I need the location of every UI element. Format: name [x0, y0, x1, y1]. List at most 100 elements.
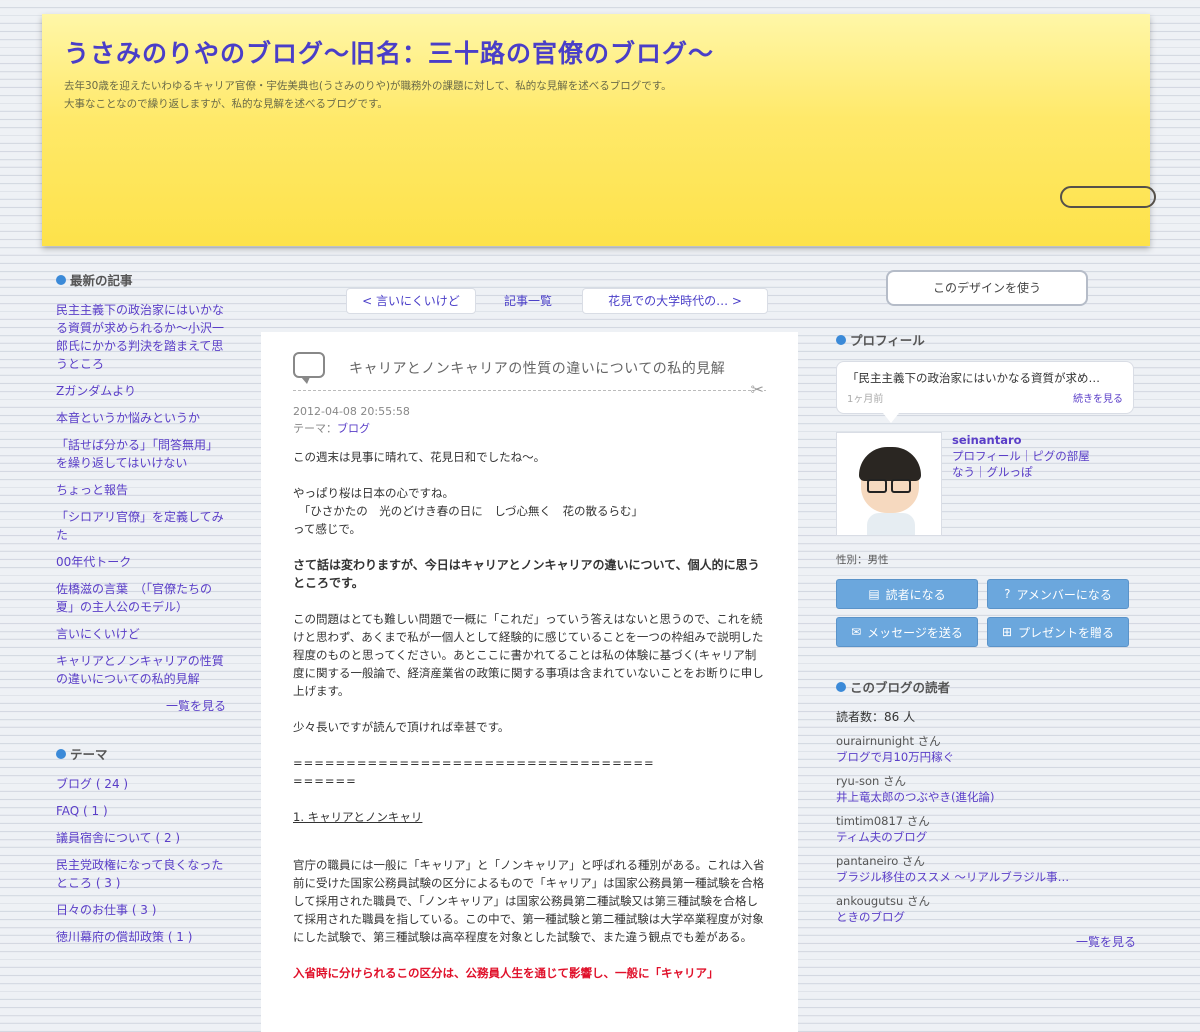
avatar-hair — [859, 447, 921, 481]
latest-article-link[interactable]: 民主主義下の政治家にはいかなる資質が求められるか～小沢一郎氏にかかる判決を踏まえ… — [56, 301, 226, 373]
latest-post-bubble[interactable]: 「民主主義下の政治家にはいかなる資質が求め… 1ヶ月前 続きを見る — [836, 361, 1134, 423]
header-toggle[interactable] — [1060, 186, 1156, 208]
article-lead: さて話は変わりますが、今日はキャリアとノンキャリアの違いについて、個人的に思うと… — [293, 558, 760, 590]
latest-article-link[interactable]: 言いにくいけど — [56, 625, 226, 643]
theme-link[interactable]: 徳川幕府の償却政策 ( 1 ) — [56, 928, 226, 946]
article-header: キャリアとノンキャリアの性質の違いについての私的見解 ✂ — [293, 352, 766, 399]
reader-name: ankougutsu さん — [836, 894, 930, 908]
latest-article-link[interactable]: 「話せば分かる」「問答無用」を繰り返してはいけない — [56, 436, 226, 472]
blog-description-line-1: 去年30歳を迎えたいわゆるキャリア官僚・宇佐美典也(うさみのりや)が職務外の課題… — [64, 80, 672, 92]
button-label: 読者になる — [885, 587, 946, 602]
article-paragraph: やっぱり桜は日本の心ですね。 「ひさかたの 光のどけき春の日に しづ心無く 花の… — [293, 484, 766, 538]
mail-icon: ✉ — [851, 625, 862, 639]
article-paragraph: この問題はとても難しい問題で一概に「これだ」っていう答えはないと思うので、これを… — [293, 612, 764, 698]
article-line: って感じで。 — [293, 522, 361, 536]
reader-blog-link[interactable]: ブログで月10万円稼ぐ — [836, 749, 1136, 765]
article-theme: テーマ：ブログ — [293, 420, 766, 436]
profile-links[interactable]: プロフィール｜ピグの部屋 — [952, 448, 1090, 464]
article-paragraph: この週末は見事に晴れて、花見日和でしたね～。 — [293, 450, 546, 464]
reader-blog-link[interactable]: ティム夫のブログ — [836, 829, 1136, 845]
theme-title: テーマ — [70, 747, 108, 762]
reader-name: ourairnunight さん — [836, 734, 941, 748]
become-reader-button[interactable]: ▤ 読者になる — [836, 579, 978, 609]
profile-heading: プロフィール — [836, 330, 1136, 349]
profile-links[interactable]: なう｜グルっぽ — [952, 464, 1090, 480]
profile-gender: 性別：男性 — [836, 554, 889, 566]
bullet-dot-icon — [836, 681, 846, 692]
reader-item: timtim0817 さん ティム夫のブログ — [836, 813, 1136, 845]
scissors-icon: ✂ — [750, 380, 764, 399]
theme-heading: テーマ — [56, 744, 226, 763]
article-paragraph: 少々長いですが読んで頂ければ幸甚です。 — [293, 720, 510, 734]
article-list-link[interactable]: 記事一覧 — [480, 288, 576, 314]
prev-article-link[interactable]: < 言いにくいけど — [346, 288, 476, 314]
article-line: やっぱり桜は日本の心ですね。 — [293, 486, 454, 500]
article-date: 2012-04-08 20:55:58 — [293, 405, 410, 418]
reader-count: 読者数：86 人 — [836, 710, 916, 724]
article-body: この週末は見事に晴れて、花見日和でしたね～。 やっぱり桜は日本の心ですね。 「ひ… — [293, 448, 766, 982]
profile-info: seinantaro プロフィール｜ピグの部屋 なう｜グルっぽ — [952, 432, 1090, 536]
next-article-link[interactable]: 花見での大学時代の… > — [582, 288, 768, 314]
theme-link[interactable]: ブログ ( 24 ) — [56, 775, 226, 793]
use-design-button[interactable]: このデザインを使う — [886, 270, 1088, 306]
article-theme-link[interactable]: ブログ — [337, 422, 370, 435]
profile-name[interactable]: seinantaro — [952, 432, 1090, 448]
latest-article-link[interactable]: ちょっと報告 — [56, 481, 226, 499]
separator-line: ====== — [293, 774, 357, 788]
right-sidebar: プロフィール 「民主主義下の政治家にはいかなる資質が求め… 1ヶ月前 続きを見る… — [836, 330, 1136, 950]
latest-articles-more-link[interactable]: 一覧を見る — [56, 697, 226, 714]
bubble-text: 「民主主義下の政治家にはいかなる資質が求め… — [847, 371, 1100, 385]
reader-blog-link[interactable]: 井上竜太郎のつぶやき(進化論) — [836, 789, 1136, 805]
reader-name: pantaneiro さん — [836, 854, 925, 868]
latest-article-link[interactable]: 00年代トーク — [56, 553, 226, 571]
latest-article-link[interactable]: 「シロアリ官僚」を定義してみた — [56, 508, 226, 544]
avatar[interactable] — [836, 432, 942, 536]
reader-item: ryu-son さん 井上竜太郎のつぶやき(進化論) — [836, 773, 1136, 805]
reader-item: ourairnunight さん ブログで月10万円稼ぐ — [836, 733, 1136, 765]
become-member-button[interactable]: ? アメンバーになる — [987, 579, 1129, 609]
profile-buttons: ▤ 読者になる ? アメンバーになる ✉ メッセージを送る ⊞ プレゼントを贈る — [836, 579, 1136, 647]
readers-more-link[interactable]: 一覧を見る — [836, 933, 1136, 950]
reader-item: ankougutsu さん ときのブログ — [836, 893, 1136, 925]
reader-blog-link[interactable]: ときのブログ — [836, 909, 1136, 925]
bullet-dot-icon — [836, 334, 846, 345]
profile-title: プロフィール — [850, 333, 925, 348]
theme-link[interactable]: 民主党政権になって良くなったところ ( 3 ) — [56, 856, 226, 892]
article-title[interactable]: キャリアとノンキャリアの性質の違いについての私的見解 — [349, 358, 725, 378]
latest-article-link[interactable]: キャリアとノンキャリアの性質の違いについての私的見解 — [56, 652, 226, 688]
article-card: キャリアとノンキャリアの性質の違いについての私的見解 ✂ 2012-04-08 … — [261, 332, 798, 1032]
reader-name: ryu-son さん — [836, 774, 906, 788]
article-section-heading: 1. キャリアとノンキャリ — [293, 810, 423, 824]
article-separator: ================================== =====… — [293, 754, 766, 790]
send-message-button[interactable]: ✉ メッセージを送る — [836, 617, 978, 647]
theme-link[interactable]: 日々のお仕事 ( 3 ) — [56, 901, 226, 919]
reader-name: timtim0817 さん — [836, 814, 930, 828]
article-paragraph: 官庁の職員には一般に「キャリア」と「ノンキャリア」と呼ばれる種別がある。これは入… — [293, 858, 765, 944]
blog-header: うさみのりやのブログ～旧名：三十路の官僚のブログ～ 去年30歳を迎えたいわゆるキ… — [42, 14, 1156, 246]
profile-row: seinantaro プロフィール｜ピグの部屋 なう｜グルっぽ — [836, 432, 1136, 536]
readers-title: このブログの読者 — [850, 680, 951, 695]
question-icon: ? — [1004, 587, 1011, 601]
latest-article-link[interactable]: 本音というか悩みというか — [56, 409, 226, 427]
blog-title[interactable]: うさみのりやのブログ～旧名：三十路の官僚のブログ～ — [64, 34, 714, 70]
theme-list: ブログ ( 24 ) FAQ ( 1 ) 議員宿舎について ( 2 ) 民主党政… — [56, 775, 226, 946]
bubble-more-link[interactable]: 続きを見る — [1073, 390, 1123, 405]
latest-articles-heading: 最新の記事 — [56, 270, 226, 289]
reader-blog-link[interactable]: ブラジル移住のススメ ～リアルブラジル事… — [836, 869, 1136, 885]
avatar-glasses-right — [891, 479, 911, 493]
reader-item: pantaneiro さん ブラジル移住のススメ ～リアルブラジル事… — [836, 853, 1136, 885]
article-highlight: 入省時に分けられるこの区分は、公務員人生を通じて影響し、一般に「キャリア」 — [293, 966, 719, 980]
avatar-glasses-left — [867, 479, 887, 493]
left-sidebar: 最新の記事 民主主義下の政治家にはいかなる資質が求められるか～小沢一郎氏にかかる… — [56, 270, 226, 955]
send-present-button[interactable]: ⊞ プレゼントを贈る — [987, 617, 1129, 647]
latest-article-link[interactable]: Zガンダムより — [56, 382, 226, 400]
theme-link[interactable]: 議員宿舎について ( 2 ) — [56, 829, 226, 847]
article-theme-label: テーマ： — [293, 422, 337, 435]
theme-link[interactable]: FAQ ( 1 ) — [56, 802, 226, 820]
bullet-dot-icon — [56, 748, 66, 759]
latest-articles-list: 民主主義下の政治家にはいかなる資質が求められるか～小沢一郎氏にかかる判決を踏まえ… — [56, 301, 226, 688]
readers-heading: このブログの読者 — [836, 677, 1136, 696]
latest-article-link[interactable]: 佐橋滋の言葉 （「官僚たちの夏」の主人公のモデル） — [56, 580, 226, 616]
blog-description: 去年30歳を迎えたいわゆるキャリア官僚・宇佐美典也(うさみのりや)が職務外の課題… — [64, 77, 844, 113]
bubble-footer: 1ヶ月前 続きを見る — [847, 390, 1123, 405]
